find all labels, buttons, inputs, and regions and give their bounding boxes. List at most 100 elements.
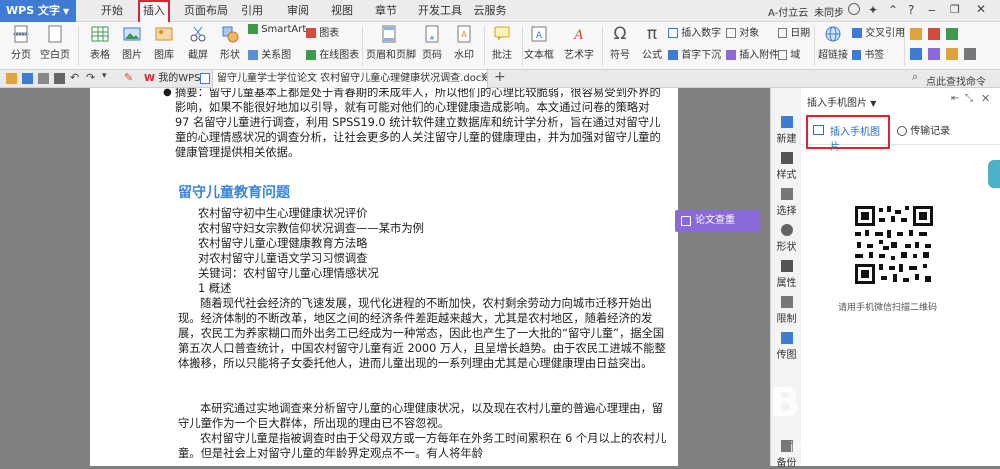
extra-tool-icon[interactable] (946, 48, 958, 60)
tab-developer[interactable]: 开发工具 (414, 0, 466, 22)
tab-insert[interactable]: 插入 (138, 0, 170, 22)
tab-insert-phone-image[interactable]: 插入手机图片 (806, 115, 890, 153)
tab-cloud[interactable]: 云服务 (470, 0, 510, 22)
tab-chapter[interactable]: 章节 (372, 0, 400, 22)
subtitle-line[interactable]: 农村留守初中生心理健康状况评价 (198, 206, 608, 221)
body-paragraph[interactable]: 农村留守儿童是指被调查时由于父母双方或一方每年在外务工时间累积在 6 个月以上的… (178, 431, 668, 461)
subtitle-line[interactable]: 农村留守妇女宗教信仰状况调查——某市为例 (198, 221, 608, 236)
redo-icon[interactable]: ↷ (86, 71, 95, 84)
floating-side-widget[interactable] (988, 160, 1000, 188)
comment-button[interactable]: 批注 (488, 24, 516, 61)
extra-tool-icon[interactable] (964, 48, 976, 60)
help-icon[interactable]: ? (908, 3, 914, 17)
side-new-button[interactable]: 新建 (771, 116, 802, 145)
tab-current-document[interactable]: 留守儿童学士学位论文 农村留守儿童心理健康状况调查.docx * (212, 70, 488, 88)
hyperlink-label: 超链接 (818, 50, 848, 61)
search-icon[interactable]: ⌕ (912, 70, 918, 84)
picture-label: 图片 (122, 50, 142, 61)
chart-button[interactable]: 图表 (306, 24, 346, 39)
gallery-button[interactable]: 图库 (150, 24, 178, 61)
tab-my-wps[interactable]: W 我的WPS (140, 70, 200, 88)
comment-label: 批注 (492, 50, 512, 61)
blank-page-button[interactable]: 空白页 (38, 24, 72, 61)
extra-tool-icon[interactable] (928, 48, 940, 60)
side-shape-button[interactable]: 形状 (771, 224, 802, 253)
print-preview-icon[interactable] (54, 73, 65, 84)
sync-icon[interactable] (848, 3, 860, 15)
drop-cap-button[interactable]: 首字下沉 (668, 46, 722, 61)
insert-number-button[interactable]: 插入数字 (668, 24, 721, 39)
tab-page-layout[interactable]: 页面布局 (180, 0, 232, 22)
document-page[interactable]: ● 摘要：留守儿童基本上都是处于青春期的未成年人，所以他们的心理比较脆弱，很容易… (90, 88, 678, 466)
side-property-button[interactable]: 属性 (771, 260, 802, 289)
chevron-up-icon[interactable]: ⌃ (888, 3, 898, 17)
app-menu-button[interactable]: WPS 文字 ▼ (0, 0, 76, 22)
shape-button[interactable]: 形状 (216, 24, 244, 61)
page-number-button[interactable]: # 页码 (418, 24, 446, 61)
subtitle-line[interactable]: 对农村留守儿童语文学习习惯调查 (198, 251, 608, 266)
object-button[interactable]: 对象 (726, 24, 766, 39)
extra-tool-icon[interactable] (910, 48, 922, 60)
close-tab-icon[interactable]: ✕ (480, 71, 488, 82)
pin-icon[interactable]: ✎ (124, 71, 133, 84)
close-panel-icon[interactable]: ✕ (981, 92, 990, 105)
command-search-hint[interactable]: 点此查找命令 (926, 73, 986, 88)
minimize-icon[interactable]: ‒ (928, 3, 936, 17)
restore-icon[interactable]: ❐ (950, 3, 960, 16)
chevron-down-icon[interactable]: ▾ (102, 71, 107, 81)
abstract-paragraph[interactable]: ● 摘要：留守儿童基本上都是处于青春期的未成年人，所以他们的心理比较脆弱，很容易… (163, 88, 665, 160)
formula-button[interactable]: π 公式 (638, 24, 666, 61)
tab-home[interactable]: 开始 (96, 0, 128, 22)
bookmark-button[interactable]: 书签 (852, 46, 892, 61)
number-icon (668, 28, 678, 38)
body-paragraph[interactable]: 随着现代社会经济的飞速发展，现代化进程的不断加快，农村剩余劳动力向城市迁移开始出… (178, 296, 668, 371)
side-style-button[interactable]: 样式 (771, 152, 802, 181)
hyperlink-button[interactable]: 超链接 (818, 24, 848, 61)
side-upload-button[interactable]: 传图 (771, 332, 802, 361)
user-name[interactable]: A-付立云 (768, 4, 808, 19)
watermark-button[interactable]: A 水印 (450, 24, 478, 61)
textbox-button[interactable]: A 文本框 (524, 24, 554, 61)
screenshot-button[interactable]: 截屏 (184, 24, 212, 61)
crossref-button[interactable]: 交叉引用 (852, 24, 905, 39)
table-button[interactable]: 表格 (86, 24, 114, 61)
tab-transfer-history[interactable]: 传输记录 (897, 122, 950, 137)
pin-panel-icon[interactable]: ⤡ (965, 93, 973, 104)
attachment-button[interactable]: 插入附件 (726, 46, 779, 61)
save-icon[interactable] (22, 73, 33, 84)
paper-check-button[interactable]: 论文查重 (675, 210, 759, 232)
symbol-button[interactable]: Ω 符号 (606, 24, 634, 61)
new-tab-icon[interactable]: + (494, 69, 506, 85)
field-button[interactable]: 域 (778, 46, 808, 61)
unsynced-status[interactable]: 未同步 (814, 4, 844, 19)
online-chart-button[interactable]: 在线图表 (306, 46, 359, 61)
date-button[interactable]: 日期 (778, 24, 810, 39)
undo-icon[interactable]: ↶ (70, 71, 79, 84)
print-icon[interactable] (38, 73, 49, 84)
relation-button[interactable]: 关系图 (248, 46, 298, 61)
open-folder-icon[interactable] (6, 73, 17, 84)
side-select-button[interactable]: 选择 (771, 188, 802, 217)
body-paragraph[interactable]: 本研究通过实地调查来分析留守儿童的心理健康状况，以及现在农村儿童的普遍心理理由，… (178, 401, 668, 431)
page-break-button[interactable]: 分页 (6, 24, 36, 61)
section-heading[interactable]: 留守儿童教育问题 (178, 182, 290, 202)
share-icon[interactable]: ✦ (868, 3, 878, 17)
keywords-line[interactable]: 关键词：农村留守儿童心理情感状况 (198, 266, 608, 281)
art-text-button[interactable]: A 艺术字 (562, 24, 596, 61)
header-footer-button[interactable]: 页眉和页脚 (366, 24, 416, 61)
tab-review[interactable]: 审阅 (284, 0, 312, 22)
document-canvas[interactable]: ● 摘要：留守儿童基本上都是处于青春期的未成年人，所以他们的心理比较脆弱，很容易… (0, 88, 770, 466)
extra-tool-icon[interactable] (928, 28, 940, 40)
smartart-button[interactable]: SmartArt (248, 24, 310, 35)
side-restrict-button[interactable]: 限制 (771, 296, 802, 325)
close-icon[interactable]: ✕ (976, 2, 986, 16)
tab-view[interactable]: 视图 (328, 0, 356, 22)
panel-title[interactable]: 插入手机图片 ▼ (807, 94, 876, 109)
collapse-icon[interactable]: ⇤ (951, 93, 959, 104)
extra-tool-icon[interactable] (910, 28, 922, 40)
section-number[interactable]: 1 概述 (198, 281, 608, 296)
subtitle-line[interactable]: 农村留守儿童心理健康教育方法略 (198, 236, 608, 251)
picture-button[interactable]: 图片 (118, 24, 146, 61)
extra-tool-icon[interactable] (946, 28, 958, 40)
tab-references[interactable]: 引用 (238, 0, 266, 22)
